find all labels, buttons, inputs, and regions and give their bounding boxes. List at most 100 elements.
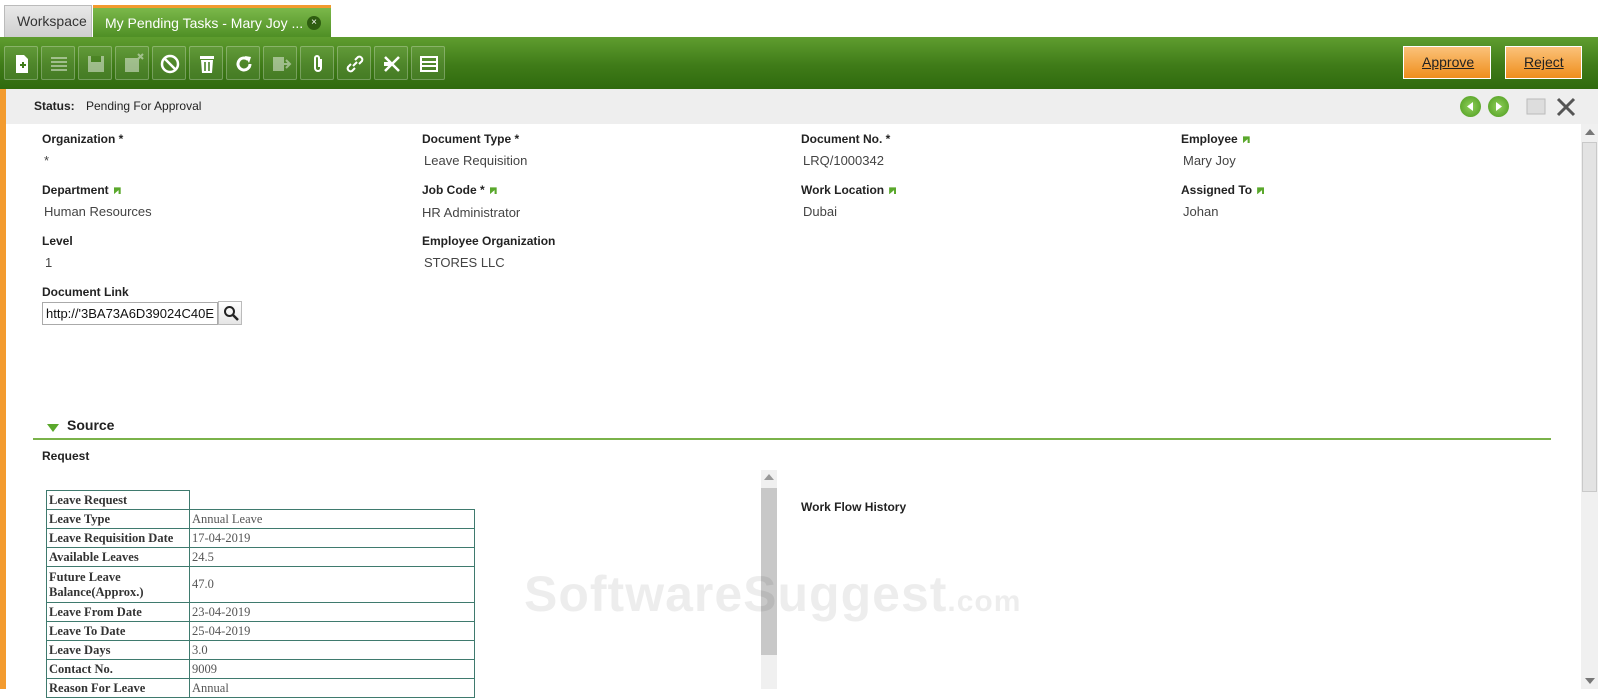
document-type-value[interactable]: Leave Requisition <box>424 153 527 168</box>
grid-view-icon <box>51 57 67 71</box>
employee-organization-label: Employee Organization <box>422 234 556 248</box>
table-row: Leave From Date 23-04-2019 <box>46 602 475 622</box>
collapse-triangle-icon[interactable] <box>47 424 59 432</box>
row-key: Available Leaves <box>46 547 190 567</box>
row-value: 17-04-2019 <box>189 528 475 548</box>
status-bar: Status: Pending For Approval <box>0 89 1598 124</box>
row-key: Future Leave Balance(Approx.) <box>46 566 190 603</box>
scroll-down-icon[interactable] <box>1585 678 1595 684</box>
attachment-button[interactable] <box>300 46 334 80</box>
previous-record-button[interactable] <box>1460 96 1481 117</box>
zoom-link-icon[interactable] <box>489 187 497 195</box>
save-close-icon <box>125 53 144 72</box>
row-key: Contact No. <box>46 659 190 679</box>
row-value: 9009 <box>189 659 475 679</box>
row-key: Leave Days <box>46 640 190 660</box>
status-value: Pending For Approval <box>86 99 202 113</box>
arrow-right-icon <box>1496 102 1502 111</box>
form-view-button[interactable] <box>411 46 445 80</box>
maximize-icon[interactable] <box>1526 97 1546 116</box>
employee-value[interactable]: Mary Joy <box>1183 153 1236 168</box>
row-value: 3.0 <box>189 640 475 660</box>
main-scrollbar[interactable] <box>1581 124 1598 689</box>
scroll-up-icon[interactable] <box>764 474 774 480</box>
table-row: Leave Days 3.0 <box>46 640 475 660</box>
organization-value[interactable]: * <box>44 153 49 168</box>
table-row: Future Leave Balance(Approx.) 47.0 <box>46 566 475 603</box>
leave-request-table: Leave Request Leave Type Annual Leave Leav… <box>46 490 475 698</box>
approve-button[interactable]: Approve <box>1403 46 1491 79</box>
row-value: 25-04-2019 <box>189 621 475 641</box>
scroll-thumb[interactable] <box>1582 142 1597 492</box>
tools-icon <box>384 56 400 72</box>
assigned-to-label: Assigned To <box>1181 183 1265 197</box>
department-label-text: Department <box>42 183 109 197</box>
refresh-icon <box>236 56 252 72</box>
zoom-link-icon[interactable] <box>1242 136 1250 144</box>
cancel-icon <box>160 54 180 74</box>
form-view-icon <box>420 56 438 72</box>
table-title: Leave Request <box>46 490 190 510</box>
zoom-link-icon[interactable] <box>889 187 897 195</box>
tab-pending-tasks[interactable]: My Pending Tasks - Mary Joy ... × <box>93 5 331 37</box>
export-button[interactable] <box>263 46 297 80</box>
watermark-suffix: .com <box>947 585 1022 618</box>
employee-label: Employee <box>1181 132 1250 146</box>
toolbar: Approve Reject <box>0 37 1598 89</box>
link-button[interactable] <box>337 46 371 80</box>
document-no-label: Document No. * <box>801 132 891 146</box>
row-value: Annual <box>189 678 475 698</box>
employee-organization-value[interactable]: STORES LLC <box>424 255 505 270</box>
document-link-search-button[interactable] <box>218 301 242 325</box>
department-value[interactable]: Human Resources <box>44 204 152 219</box>
job-code-value[interactable]: HR Administrator <box>422 205 520 220</box>
table-row: Available Leaves 24.5 <box>46 547 475 567</box>
save-close-button[interactable] <box>115 46 149 80</box>
scroll-up-icon[interactable] <box>1585 129 1595 135</box>
search-icon <box>224 306 239 321</box>
employee-label-text: Employee <box>1181 132 1238 146</box>
next-record-button[interactable] <box>1488 96 1509 117</box>
save-icon <box>88 56 104 72</box>
attachment-icon <box>314 55 322 72</box>
delete-button[interactable] <box>189 46 223 80</box>
zoom-link-icon[interactable] <box>1257 187 1265 195</box>
row-value: 24.5 <box>189 547 475 567</box>
assigned-to-label-text: Assigned To <box>1181 183 1253 197</box>
work-location-label-text: Work Location <box>801 183 885 197</box>
close-form-icon[interactable] <box>1556 97 1576 117</box>
close-icon[interactable]: × <box>307 16 321 30</box>
document-link-input[interactable]: http://'3BA73A6D39024C40E <box>42 302 218 325</box>
section-divider <box>33 438 1551 440</box>
organization-label: Organization * <box>42 132 124 146</box>
save-button[interactable] <box>78 46 112 80</box>
table-row: Contact No. 9009 <box>46 659 475 679</box>
refresh-button[interactable] <box>226 46 260 80</box>
reject-button[interactable]: Reject <box>1505 46 1582 79</box>
status-label: Status: <box>34 99 75 113</box>
zoom-link-icon[interactable] <box>113 187 121 195</box>
tab-pending-tasks-label: My Pending Tasks - Mary Joy ... <box>105 15 304 31</box>
document-type-label: Document Type * <box>422 132 520 146</box>
level-label: Level <box>42 234 73 248</box>
row-key: Leave From Date <box>46 602 190 622</box>
assigned-to-value[interactable]: Johan <box>1183 204 1218 219</box>
level-value[interactable]: 1 <box>45 255 52 270</box>
work-location-value[interactable]: Dubai <box>803 204 837 219</box>
tab-workspace[interactable]: Workspace <box>4 5 92 37</box>
export-icon <box>273 57 292 71</box>
row-key: Leave To Date <box>46 621 190 641</box>
document-no-value[interactable]: LRQ/1000342 <box>803 153 884 168</box>
job-code-label: Job Code * <box>422 183 497 197</box>
tools-button[interactable] <box>374 46 408 80</box>
watermark: SoftwareSuggest.com <box>524 565 1021 623</box>
source-section-title[interactable]: Source <box>67 417 114 433</box>
tab-bar: Workspace My Pending Tasks - Mary Joy ..… <box>0 0 1598 37</box>
grid-view-button[interactable] <box>41 46 75 80</box>
row-key: Reason For Leave <box>46 678 190 698</box>
table-row: Leave To Date 25-04-2019 <box>46 621 475 641</box>
new-document-button[interactable] <box>4 46 38 80</box>
cancel-button[interactable] <box>152 46 186 80</box>
table-title-row: Leave Request <box>46 490 475 510</box>
row-value: 23-04-2019 <box>189 602 475 622</box>
